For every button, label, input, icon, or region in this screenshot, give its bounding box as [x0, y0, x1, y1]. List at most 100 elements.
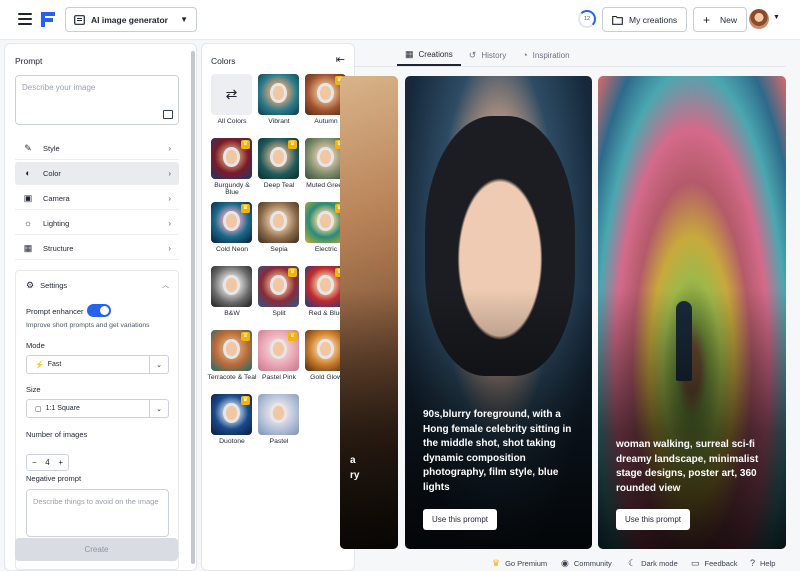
- color-swatch[interactable]: [258, 74, 299, 115]
- chevron-down-icon[interactable]: ⌄: [149, 356, 168, 373]
- mode-value: Fast: [47, 361, 62, 368]
- accordion-color[interactable]: ◐ Color ›: [15, 162, 179, 185]
- astronaut-thumbnail: [223, 339, 240, 359]
- shuffle-icon: ⇄: [225, 86, 238, 102]
- scrollbar[interactable]: [191, 51, 195, 564]
- color-swatch-label: B&W: [224, 310, 240, 317]
- style-icon: ✎: [24, 142, 32, 153]
- decrement-button[interactable]: −: [32, 458, 37, 467]
- inspiration-icon: ◔: [522, 50, 528, 60]
- feedback-link[interactable]: ▭ Feedback: [691, 556, 737, 570]
- structure-icon: ▦: [23, 242, 33, 253]
- astronaut-thumbnail: [270, 275, 287, 295]
- premium-icon: ♛: [288, 140, 297, 149]
- use-this-prompt-button[interactable]: Use this prompt: [423, 509, 498, 530]
- gallery-card[interactable]: a ry: [340, 76, 398, 549]
- create-button[interactable]: Create: [15, 538, 178, 561]
- chevron-down-icon[interactable]: ⌄: [149, 400, 168, 417]
- footer-label: Dark mode: [641, 558, 678, 568]
- color-swatch-label: Sepia: [270, 246, 288, 253]
- size-select[interactable]: ▢ 1:1 Square ⌄: [26, 399, 169, 418]
- settings-header[interactable]: ⚙ Settings: [26, 280, 67, 291]
- prompt-enhancer-toggle[interactable]: [87, 304, 111, 317]
- color-swatch[interactable]: ⇄: [211, 74, 252, 115]
- image-upload-icon[interactable]: [163, 110, 173, 119]
- accordion-camera[interactable]: ▣ Camera ›: [15, 187, 179, 210]
- tab-history[interactable]: ↺ History: [461, 44, 514, 66]
- crown-icon: ♛: [492, 557, 501, 568]
- grid-icon: ▦: [405, 48, 414, 59]
- color-swatch[interactable]: ♛: [211, 202, 252, 243]
- tool-select-label: AI image generator: [91, 14, 168, 25]
- camera-icon: ▣: [23, 192, 33, 203]
- lightning-icon: ⚡: [35, 361, 44, 369]
- mode-select[interactable]: ⚡ Fast ⌄: [26, 355, 169, 374]
- prompt-enhancer-label: Prompt enhancer: [26, 307, 84, 316]
- help-link[interactable]: ? Help: [750, 556, 775, 570]
- astronaut-thumbnail: [317, 83, 334, 103]
- gallery-card[interactable]: 90s,blurry foreground, with a Hong femal…: [405, 76, 592, 549]
- color-swatch[interactable]: ♛: [211, 394, 252, 435]
- color-swatch-label: All Colors: [217, 118, 247, 125]
- avatar[interactable]: [749, 9, 769, 29]
- use-this-prompt-button[interactable]: Use this prompt: [616, 509, 691, 530]
- prompt-placeholder: Describe your image: [22, 83, 96, 92]
- color-swatch[interactable]: ♛: [211, 330, 252, 371]
- chevron-up-icon[interactable]: ︿: [162, 280, 169, 290]
- chevron-down-icon[interactable]: ▼: [773, 14, 780, 21]
- color-swatch[interactable]: [258, 394, 299, 435]
- go-premium-link[interactable]: ♛ Go Premium: [492, 556, 547, 570]
- mode-label: Mode: [26, 341, 45, 350]
- accordion-structure[interactable]: ▦ Structure ›: [15, 237, 179, 260]
- card-caption: woman walking, surreal sci-fi dreamy lan…: [616, 439, 759, 494]
- astronaut-thumbnail: [317, 339, 334, 359]
- astronaut-thumbnail: [270, 211, 287, 231]
- color-swatch[interactable]: ♛: [211, 138, 252, 179]
- footer-label: Help: [760, 558, 776, 568]
- gallery-card[interactable]: woman walking, surreal sci-fi dreamy lan…: [598, 76, 786, 549]
- color-swatch[interactable]: ♛: [258, 330, 299, 371]
- settings-section: ⚙ Settings ︿ Prompt enhancer Improve sho…: [15, 270, 179, 570]
- astronaut-thumbnail: [270, 403, 287, 423]
- tab-creations[interactable]: ▦ Creations: [397, 44, 461, 66]
- logo-icon[interactable]: [41, 12, 55, 27]
- color-swatch-label: Split: [272, 310, 286, 317]
- menu-icon[interactable]: [18, 13, 32, 25]
- color-swatch-label: Burgundy & Blue: [214, 182, 250, 197]
- color-swatch[interactable]: ♛: [258, 266, 299, 307]
- tab-inspiration[interactable]: ◔ Inspiration: [514, 44, 577, 66]
- accordion-lighting[interactable]: ☼ Lighting ›: [15, 212, 179, 235]
- color-swatch[interactable]: [211, 266, 252, 307]
- tab-label: Inspiration: [532, 50, 570, 60]
- color-swatch-label: Deep Teal: [263, 182, 295, 189]
- collapse-panel-icon[interactable]: ⇤: [336, 53, 345, 66]
- number-of-images-label: Number of images: [26, 430, 88, 439]
- dark-mode-toggle[interactable]: ☾ Dark mode: [628, 556, 678, 570]
- tool-select[interactable]: AI image generator ▼: [65, 7, 197, 32]
- credits-indicator[interactable]: 12: [578, 10, 596, 28]
- accordion-label: Color: [43, 168, 61, 178]
- chevron-right-icon: ›: [168, 168, 171, 178]
- new-button[interactable]: + New: [693, 7, 748, 32]
- astronaut-thumbnail: [223, 275, 240, 295]
- my-creations-button[interactable]: My creations: [602, 7, 688, 32]
- astronaut-thumbnail: [270, 339, 287, 359]
- accordion-style[interactable]: ✎ Style ›: [15, 137, 179, 160]
- negative-prompt-input[interactable]: Describe things to avoid on the image: [26, 489, 169, 537]
- image-tool-icon: [74, 14, 85, 25]
- gear-icon: ⚙: [26, 280, 35, 290]
- color-swatch[interactable]: [258, 202, 299, 243]
- chevron-right-icon: ›: [168, 193, 171, 203]
- increment-button[interactable]: +: [58, 458, 63, 467]
- moon-icon: ☾: [628, 557, 637, 568]
- color-swatch[interactable]: ♛: [258, 138, 299, 179]
- new-label: New: [720, 14, 738, 25]
- my-creations-label: My creations: [629, 14, 678, 25]
- prompt-panel-title: Prompt: [15, 56, 43, 66]
- prompt-input[interactable]: Describe your image: [15, 75, 179, 125]
- community-link[interactable]: ◉ Community: [561, 556, 612, 570]
- square-icon: ▢: [35, 405, 42, 413]
- folder-icon: [612, 15, 623, 25]
- chevron-right-icon: ›: [168, 218, 171, 228]
- colors-panel: Colors ⇤ ⇄All ColorsVibrant♛Autumn♛Burgu…: [201, 43, 355, 571]
